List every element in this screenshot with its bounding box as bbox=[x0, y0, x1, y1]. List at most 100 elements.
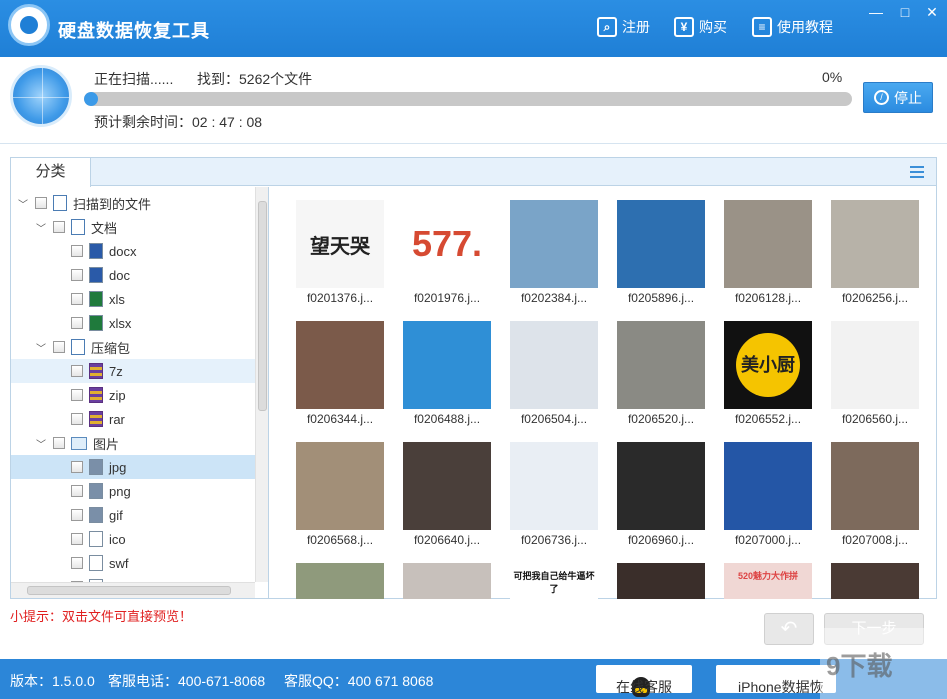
file-thumbnail[interactable]: 577. f0201976.j... bbox=[403, 200, 491, 305]
online-service-button[interactable]: 在线客服 bbox=[596, 665, 692, 697]
app-logo-icon bbox=[8, 4, 50, 46]
tree-checkbox[interactable] bbox=[35, 197, 47, 209]
tree-item-rar[interactable]: rar bbox=[11, 407, 255, 431]
file-thumbnail[interactable]: f0206520.j... bbox=[617, 321, 705, 426]
register-button[interactable]: ⌕ 注册 bbox=[597, 16, 650, 38]
file-thumbnail[interactable]: 望天哭 f0201376.j... bbox=[296, 200, 384, 305]
tree-item-图片[interactable]: ﹀ 图片 bbox=[11, 431, 255, 455]
file-name: f0206960.j... bbox=[627, 533, 695, 547]
tree-item-label: 扫描到的文件 bbox=[73, 196, 152, 212]
tree-checkbox[interactable] bbox=[71, 245, 83, 257]
thumbnail-image bbox=[617, 442, 705, 530]
file-thumbnail[interactable]: f0202384.j... bbox=[510, 200, 598, 305]
buy-button[interactable]: ¥ 购买 bbox=[674, 16, 727, 38]
tree-horizontal-scroll-thumb[interactable] bbox=[27, 586, 231, 595]
file-thumbnail[interactable] bbox=[831, 563, 919, 599]
tree-checkbox[interactable] bbox=[71, 389, 83, 401]
tree-checkbox[interactable] bbox=[71, 509, 83, 521]
thumbnail-image bbox=[724, 200, 812, 288]
tree-checkbox[interactable] bbox=[71, 413, 83, 425]
file-thumbnail[interactable]: f0206960.j... bbox=[617, 442, 705, 547]
file-name: f0206736.j... bbox=[520, 533, 588, 547]
tree-item-文档[interactable]: ﹀ 文档 bbox=[11, 215, 255, 239]
file-thumbnail[interactable]: f0206736.j... bbox=[510, 442, 598, 547]
file-thumbnail[interactable]: 可把我自己给牛逼坏了 bbox=[510, 563, 598, 599]
excel-icon bbox=[89, 315, 103, 331]
file-thumbnail[interactable]: f0205896.j... bbox=[617, 200, 705, 305]
file-thumbnail[interactable]: f0206488.j... bbox=[403, 321, 491, 426]
previous-button[interactable]: ↶ bbox=[764, 613, 814, 645]
tree-checkbox[interactable] bbox=[71, 365, 83, 377]
tree-item-docx[interactable]: docx bbox=[11, 239, 255, 263]
file-thumbnail[interactable]: f0207008.j... bbox=[831, 442, 919, 547]
tree-item-扫描到的文件[interactable]: ﹀ 扫描到的文件 bbox=[11, 191, 255, 215]
file-thumbnail[interactable]: f0206344.j... bbox=[296, 321, 384, 426]
thumbnail-image bbox=[831, 442, 919, 530]
tab-category[interactable]: 分类 bbox=[11, 158, 91, 187]
close-button[interactable]: ✕ bbox=[921, 3, 943, 23]
thumbnail-image: 美小厨 bbox=[724, 321, 812, 409]
file-thumbnail[interactable]: f0206256.j... bbox=[831, 200, 919, 305]
scan-status-area: 正在扫描...... 找到：5262个文件 0% 预计剩余时间：02 : 47 … bbox=[0, 57, 947, 144]
expand-icon[interactable]: ﹀ bbox=[35, 340, 47, 355]
file-thumbnail[interactable] bbox=[617, 563, 705, 599]
file-name: f0202384.j... bbox=[520, 291, 588, 305]
thumbnail-image: 577. bbox=[403, 200, 491, 288]
zip-icon bbox=[89, 387, 103, 403]
tree-item-gif[interactable]: gif bbox=[11, 503, 255, 527]
tree-item-doc[interactable]: doc bbox=[11, 263, 255, 287]
file-thumbnail[interactable]: f0206640.j... bbox=[403, 442, 491, 547]
tree-item-压缩包[interactable]: ﹀ 压缩包 bbox=[11, 335, 255, 359]
tree-checkbox[interactable] bbox=[71, 557, 83, 569]
tree-item-label: rar bbox=[109, 411, 125, 427]
minimize-button[interactable]: — bbox=[865, 3, 887, 23]
thumbnail-image bbox=[831, 200, 919, 288]
expand-icon[interactable]: ﹀ bbox=[35, 220, 47, 235]
file-thumbnail[interactable] bbox=[296, 563, 384, 599]
tree-item-xlsx[interactable]: xlsx bbox=[11, 311, 255, 335]
file-thumbnail[interactable]: f0207000.j... bbox=[724, 442, 812, 547]
tree-item-xls[interactable]: xls bbox=[11, 287, 255, 311]
expand-icon[interactable]: ﹀ bbox=[17, 196, 29, 211]
tree-checkbox[interactable] bbox=[53, 341, 65, 353]
tree-item-ico[interactable]: ico bbox=[11, 527, 255, 551]
tree-item-label: zip bbox=[109, 387, 126, 403]
file-thumbnail[interactable]: 520魅力大作拼 bbox=[724, 563, 812, 599]
tree-checkbox[interactable] bbox=[71, 293, 83, 305]
tree-horizontal-scrollbar[interactable] bbox=[11, 582, 255, 598]
tree-checkbox[interactable] bbox=[71, 269, 83, 281]
tree-vertical-scroll-thumb[interactable] bbox=[258, 201, 267, 411]
file-thumbnail[interactable] bbox=[403, 563, 491, 599]
expand-icon[interactable]: ﹀ bbox=[35, 436, 47, 451]
tree-item-png[interactable]: png bbox=[11, 479, 255, 503]
buy-label: 购买 bbox=[699, 19, 727, 35]
stop-button[interactable]: / 停止 bbox=[863, 82, 933, 113]
tutorial-button[interactable]: ≡ 使用教程 bbox=[752, 16, 833, 38]
tree-checkbox[interactable] bbox=[53, 221, 65, 233]
file-thumbnail[interactable]: f0206560.j... bbox=[831, 321, 919, 426]
files-found-count: 找到：5262个文件 bbox=[197, 71, 313, 87]
tree-item-jpg[interactable]: jpg bbox=[11, 455, 255, 479]
tree-checkbox[interactable] bbox=[71, 533, 83, 545]
tree-vertical-scrollbar[interactable] bbox=[255, 187, 268, 582]
tree-item-label: jpg bbox=[109, 459, 127, 475]
tree-checkbox[interactable] bbox=[71, 485, 83, 497]
tree-checkbox[interactable] bbox=[71, 317, 83, 329]
file-thumbnail[interactable]: f0206128.j... bbox=[724, 200, 812, 305]
tree-checkbox[interactable] bbox=[53, 437, 65, 449]
search-icon: ⌕ bbox=[597, 17, 617, 37]
file-name: f0206520.j... bbox=[627, 412, 695, 426]
maximize-button[interactable]: □ bbox=[894, 3, 916, 23]
tree-checkbox[interactable] bbox=[71, 461, 83, 473]
tree-item-label: docx bbox=[109, 243, 137, 259]
tree-item-zip[interactable]: zip bbox=[11, 383, 255, 407]
file-thumbnail[interactable]: f0206568.j... bbox=[296, 442, 384, 547]
tree-item-7z[interactable]: 7z bbox=[11, 359, 255, 383]
file-icon bbox=[89, 555, 103, 571]
list-icon bbox=[53, 195, 67, 211]
iphone-recovery-button[interactable]: iPhone数据恢复 bbox=[716, 665, 836, 695]
tree-item-swf[interactable]: swf bbox=[11, 551, 255, 575]
menu-icon[interactable] bbox=[910, 166, 924, 178]
file-thumbnail[interactable]: f0206504.j... bbox=[510, 321, 598, 426]
file-thumbnail[interactable]: 美小厨 f0206552.j... bbox=[724, 321, 812, 426]
